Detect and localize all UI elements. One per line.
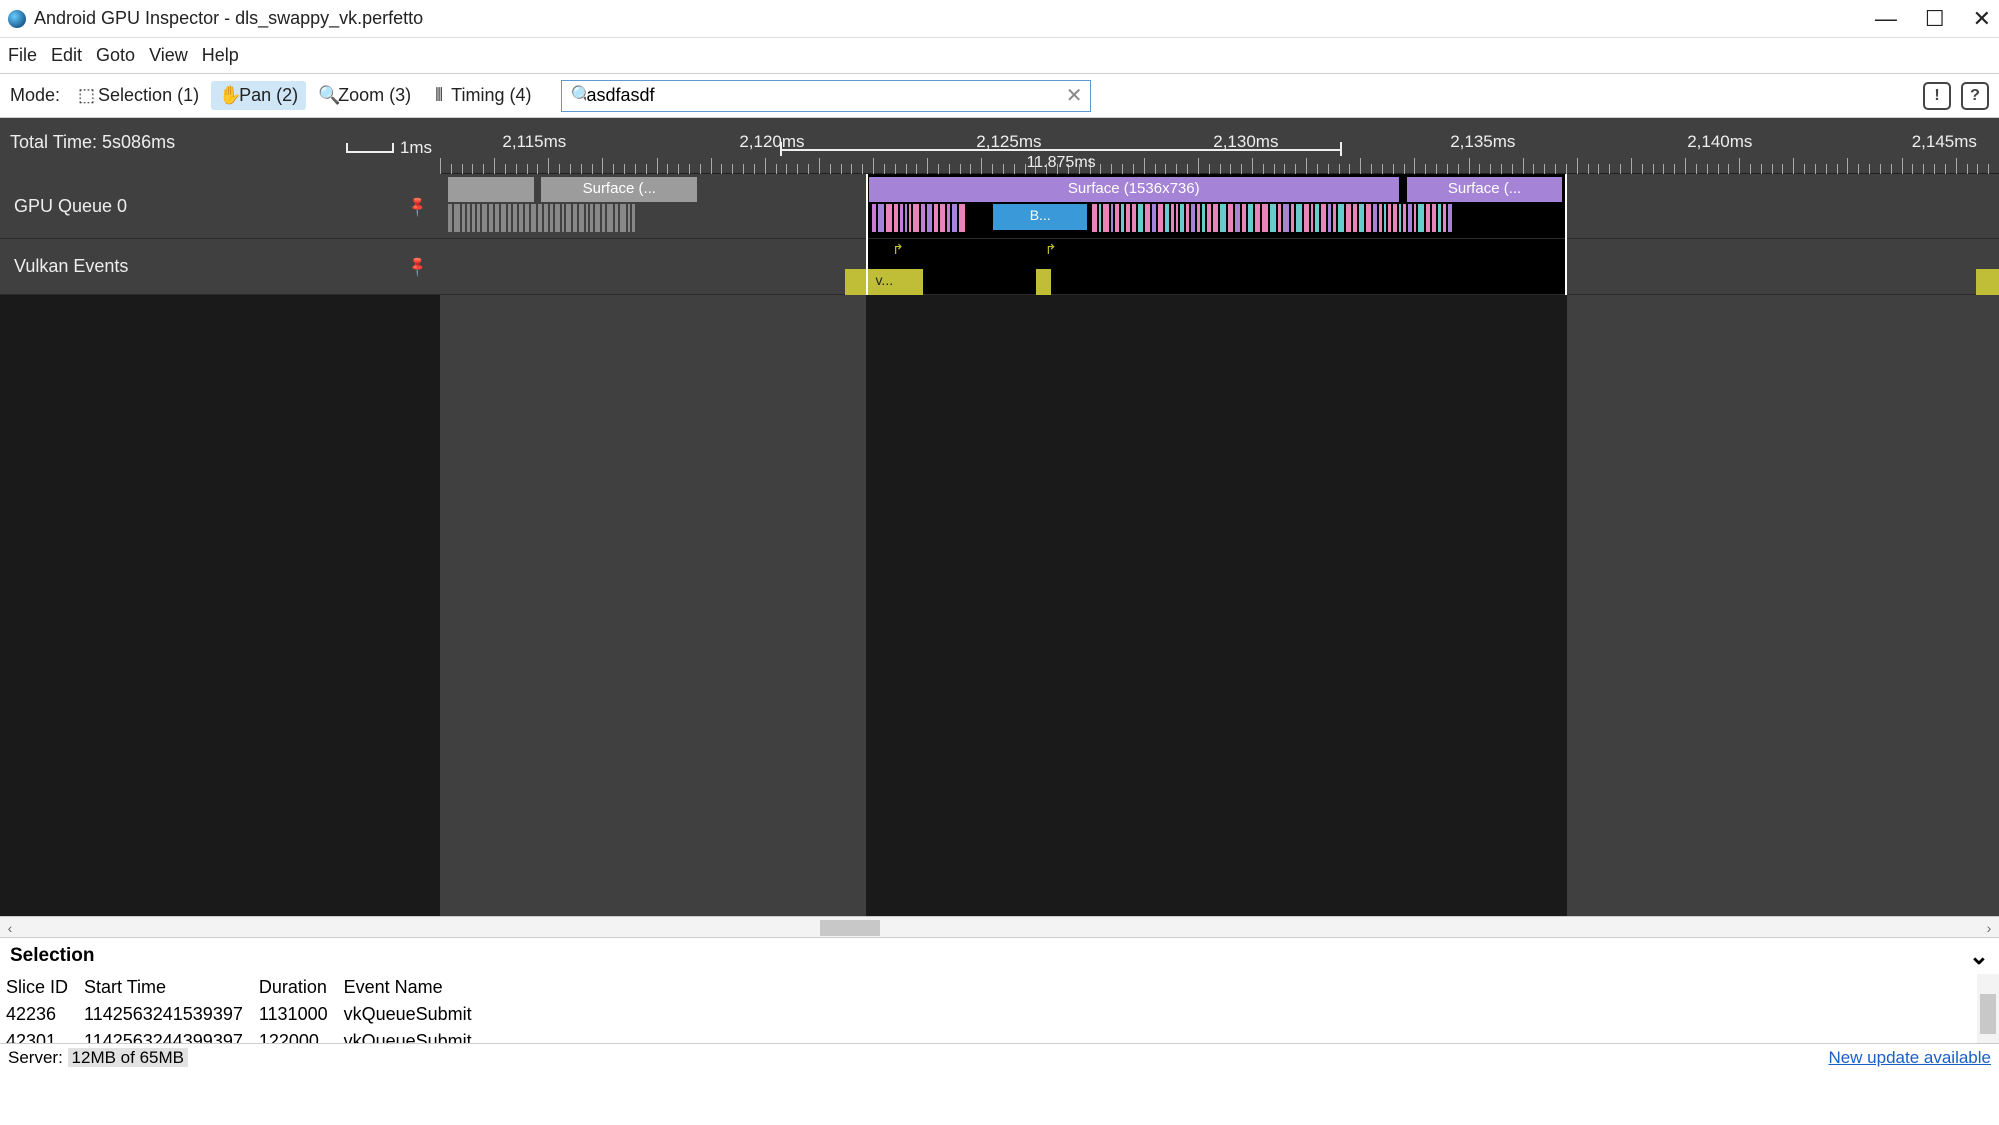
menu-edit[interactable]: Edit	[51, 45, 82, 66]
column-header[interactable]: Duration	[253, 974, 338, 1001]
server-label: Server:	[8, 1048, 63, 1067]
scroll-left-arrow[interactable]: ‹	[0, 917, 20, 939]
slice[interactable]: Surface (...	[541, 177, 697, 202]
time-tick-label: 2,140ms	[1687, 132, 1752, 152]
selection-panel: Selection ⌄ Slice IDStart TimeDurationEv…	[0, 938, 1999, 1044]
time-tick-label: 2,115ms	[502, 132, 566, 152]
window-title: Android GPU Inspector - dls_swappy_vk.pe…	[34, 8, 1875, 29]
event-arrow-icon: ↱	[1045, 241, 1057, 258]
help-button[interactable]: ?	[1961, 82, 1989, 110]
menu-help[interactable]: Help	[202, 45, 239, 66]
track-vulkan-events[interactable]: Vulkan Events 📌 v... vkQ... ↱ ↱	[0, 239, 1999, 295]
minimize-button[interactable]: —	[1875, 6, 1897, 32]
slice-bars	[872, 204, 989, 232]
selection-icon: ⬚	[78, 85, 94, 106]
slice-bars	[1092, 204, 1560, 232]
mode-selection[interactable]: ⬚Selection (1)	[70, 81, 207, 110]
info-button[interactable]: !	[1923, 82, 1951, 110]
time-tick-label: 2,135ms	[1450, 132, 1515, 152]
mode-zoom[interactable]: 🔍Zoom (3)	[310, 81, 419, 110]
slice-bars	[448, 204, 697, 232]
slice[interactable]	[448, 177, 534, 202]
column-header[interactable]: Start Time	[78, 974, 253, 1001]
track-label-vulkan-events[interactable]: Vulkan Events 📌	[0, 239, 440, 294]
slice[interactable]: vkQ...	[1976, 269, 1999, 295]
selection-title: Selection	[10, 945, 94, 967]
scroll-right-arrow[interactable]: ›	[1979, 917, 1999, 939]
track-label-gpu-queue[interactable]: GPU Queue 0 📌	[0, 174, 440, 238]
track-gpu-queue[interactable]: GPU Queue 0 📌 Surface (... Surface (1536x…	[0, 174, 1999, 239]
slice[interactable]: B...	[993, 204, 1087, 230]
search-box[interactable]: 🔍 ✕	[561, 80, 1091, 112]
pan-icon: ✋	[219, 85, 235, 106]
search-input[interactable]	[586, 85, 1065, 106]
menu-goto[interactable]: Goto	[96, 45, 135, 66]
search-icon: 🔍	[570, 85, 586, 106]
timeline-hscroll[interactable]: ‹ ›	[0, 916, 1999, 938]
clear-search-icon[interactable]: ✕	[1066, 83, 1083, 108]
maximize-button[interactable]: ☐	[1925, 6, 1945, 32]
selection-table[interactable]: Slice IDStart TimeDurationEvent Name 422…	[0, 974, 482, 1043]
timing-icon: ⦀	[431, 85, 447, 106]
mode-timing[interactable]: ⦀Timing (4)	[423, 81, 539, 110]
close-button[interactable]: ✕	[1973, 6, 1991, 32]
column-header[interactable]: Slice ID	[0, 974, 78, 1001]
center-span-label: 11.875ms	[780, 142, 1341, 172]
table-row[interactable]: 423011142563244399397122000vkQueueSubmit	[0, 1028, 482, 1043]
time-ruler[interactable]: Total Time: 5s086ms 1ms 2,115ms2,120ms2,…	[0, 118, 1999, 174]
timeline[interactable]: Total Time: 5s086ms 1ms 2,115ms2,120ms2,…	[0, 118, 1999, 916]
titlebar: Android GPU Inspector - dls_swappy_vk.pe…	[0, 0, 1999, 38]
mode-label: Mode:	[10, 85, 60, 106]
slice[interactable]: v...	[845, 269, 923, 295]
zoom-icon: 🔍	[318, 85, 334, 106]
selection-vscroll[interactable]	[1977, 974, 1999, 1043]
toolbar: Mode: ⬚Selection (1) ✋Pan (2) 🔍Zoom (3) …	[0, 74, 1999, 118]
slice[interactable]: Surface (1536x736)	[869, 177, 1399, 202]
menu-file[interactable]: File	[8, 45, 37, 66]
statusbar: Server: 12MB of 65MB New update availabl…	[0, 1044, 1999, 1072]
menu-view[interactable]: View	[149, 45, 188, 66]
column-header[interactable]: Event Name	[338, 974, 482, 1001]
scroll-thumb[interactable]	[820, 920, 880, 936]
app-icon	[8, 10, 26, 28]
update-link[interactable]: New update available	[1828, 1048, 1991, 1068]
scale-indicator: 1ms	[346, 138, 432, 158]
total-time: Total Time: 5s086ms	[10, 132, 175, 153]
pin-icon[interactable]: 📌	[405, 254, 429, 278]
pin-icon[interactable]: 📌	[405, 194, 429, 218]
menubar: File Edit Goto View Help	[0, 38, 1999, 74]
slice[interactable]	[1036, 269, 1052, 295]
vscroll-thumb[interactable]	[1980, 994, 1996, 1034]
time-tick-label: 2,145ms	[1912, 132, 1977, 152]
memory-usage: 12MB of 65MB	[68, 1048, 188, 1067]
slice[interactable]: Surface (...	[1407, 177, 1563, 202]
mode-buttons: ⬚Selection (1) ✋Pan (2) 🔍Zoom (3) ⦀Timin…	[70, 81, 539, 110]
mode-pan[interactable]: ✋Pan (2)	[211, 81, 306, 110]
collapse-panel-icon[interactable]: ⌄	[1969, 942, 1989, 971]
timeline-body[interactable]	[0, 295, 1999, 916]
event-arrow-icon: ↱	[892, 241, 904, 258]
table-row[interactable]: 4223611425632415393971131000vkQueueSubmi…	[0, 1001, 482, 1028]
